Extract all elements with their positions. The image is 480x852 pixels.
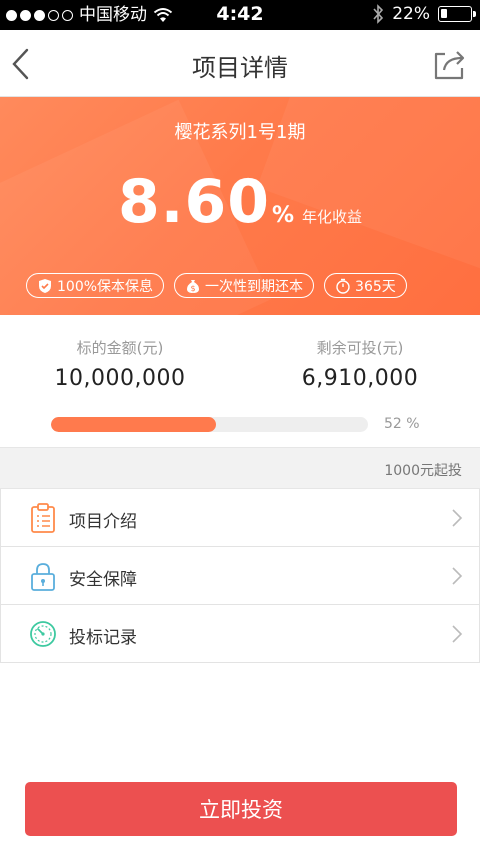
rate-value: 8.60 (117, 167, 270, 237)
investment-stats: 标的金额(元) 10,000,000 剩余可投(元) 6,910,000 52 … (0, 315, 480, 447)
menu-item-bid-records[interactable]: 投标记录 (0, 605, 480, 663)
target-amount: 标的金额(元) 10,000,000 (0, 337, 240, 391)
remaining-amount-value: 6,910,000 (301, 366, 419, 391)
share-icon[interactable] (432, 46, 468, 82)
invest-now-button[interactable]: 立即投资 (25, 782, 457, 836)
battery-percent: 22% (392, 4, 430, 24)
page-title: 项目详情 (192, 54, 288, 82)
minimum-investment-text: 1000元起投 (384, 463, 462, 479)
chevron-right-icon (452, 509, 463, 527)
rate-label: 年化收益 (302, 208, 363, 226)
gauge-icon (30, 621, 56, 647)
lock-icon (31, 563, 55, 591)
tag-guarantee: 100%保本保息 (26, 273, 165, 298)
product-summary-card: 樱花系列1号1期 8.60 % 年化收益 100%保本保息 $ 一次性到期还本 (0, 97, 480, 315)
tag-repayment: $ 一次性到期还本 (174, 273, 315, 298)
tag-duration: 365天 (324, 273, 407, 298)
money-bag-icon: $ (187, 279, 200, 293)
remaining-amount: 剩余可投(元) 6,910,000 (240, 337, 480, 391)
bluetooth-icon (373, 4, 384, 24)
clipboard-icon (31, 503, 55, 533)
tag-label: 365天 (355, 278, 396, 295)
remaining-amount-label: 剩余可投(元) (316, 339, 404, 357)
product-name: 樱花系列1号1期 (174, 122, 306, 143)
navigation-bar: 项目详情 (0, 30, 480, 97)
feature-tags: 100%保本保息 $ 一次性到期还本 365天 (26, 273, 407, 298)
menu-item-label: 安全保障 (69, 570, 137, 590)
funding-progress-fill (51, 417, 216, 432)
shield-icon (39, 278, 51, 293)
target-amount-value: 10,000,000 (54, 366, 186, 391)
stopwatch-icon (336, 278, 350, 294)
chevron-right-icon (452, 625, 463, 643)
tag-label: 一次性到期还本 (205, 278, 304, 295)
tag-label: 100%保本保息 (57, 278, 154, 295)
menu-item-label: 项目介绍 (69, 512, 137, 532)
funding-progress-text: 52 % (384, 416, 420, 432)
svg-text:$: $ (190, 284, 195, 293)
funding-progress-bar (51, 417, 368, 432)
rate-unit: % (271, 203, 295, 228)
menu-item-project-intro[interactable]: 项目介绍 (0, 489, 480, 547)
battery-icon (438, 6, 476, 22)
menu-item-label: 投标记录 (69, 628, 137, 648)
status-right: 22% (372, 4, 476, 24)
target-amount-label: 标的金额(元) (76, 339, 164, 357)
status-bar: 中国移动 4:42 22% (0, 0, 480, 30)
project-detail-screen: 中国移动 4:42 22% 项目详情 樱花系列1号1期 8.60 % 年化收益 … (0, 0, 480, 852)
annual-rate: 8.60 % 年化收益 (0, 167, 480, 237)
minimum-investment: 1000元起投 (0, 447, 480, 489)
chevron-right-icon (452, 567, 463, 585)
detail-menu: 项目介绍 安全保障 投标记录 (0, 489, 480, 663)
menu-item-security[interactable]: 安全保障 (0, 547, 480, 605)
